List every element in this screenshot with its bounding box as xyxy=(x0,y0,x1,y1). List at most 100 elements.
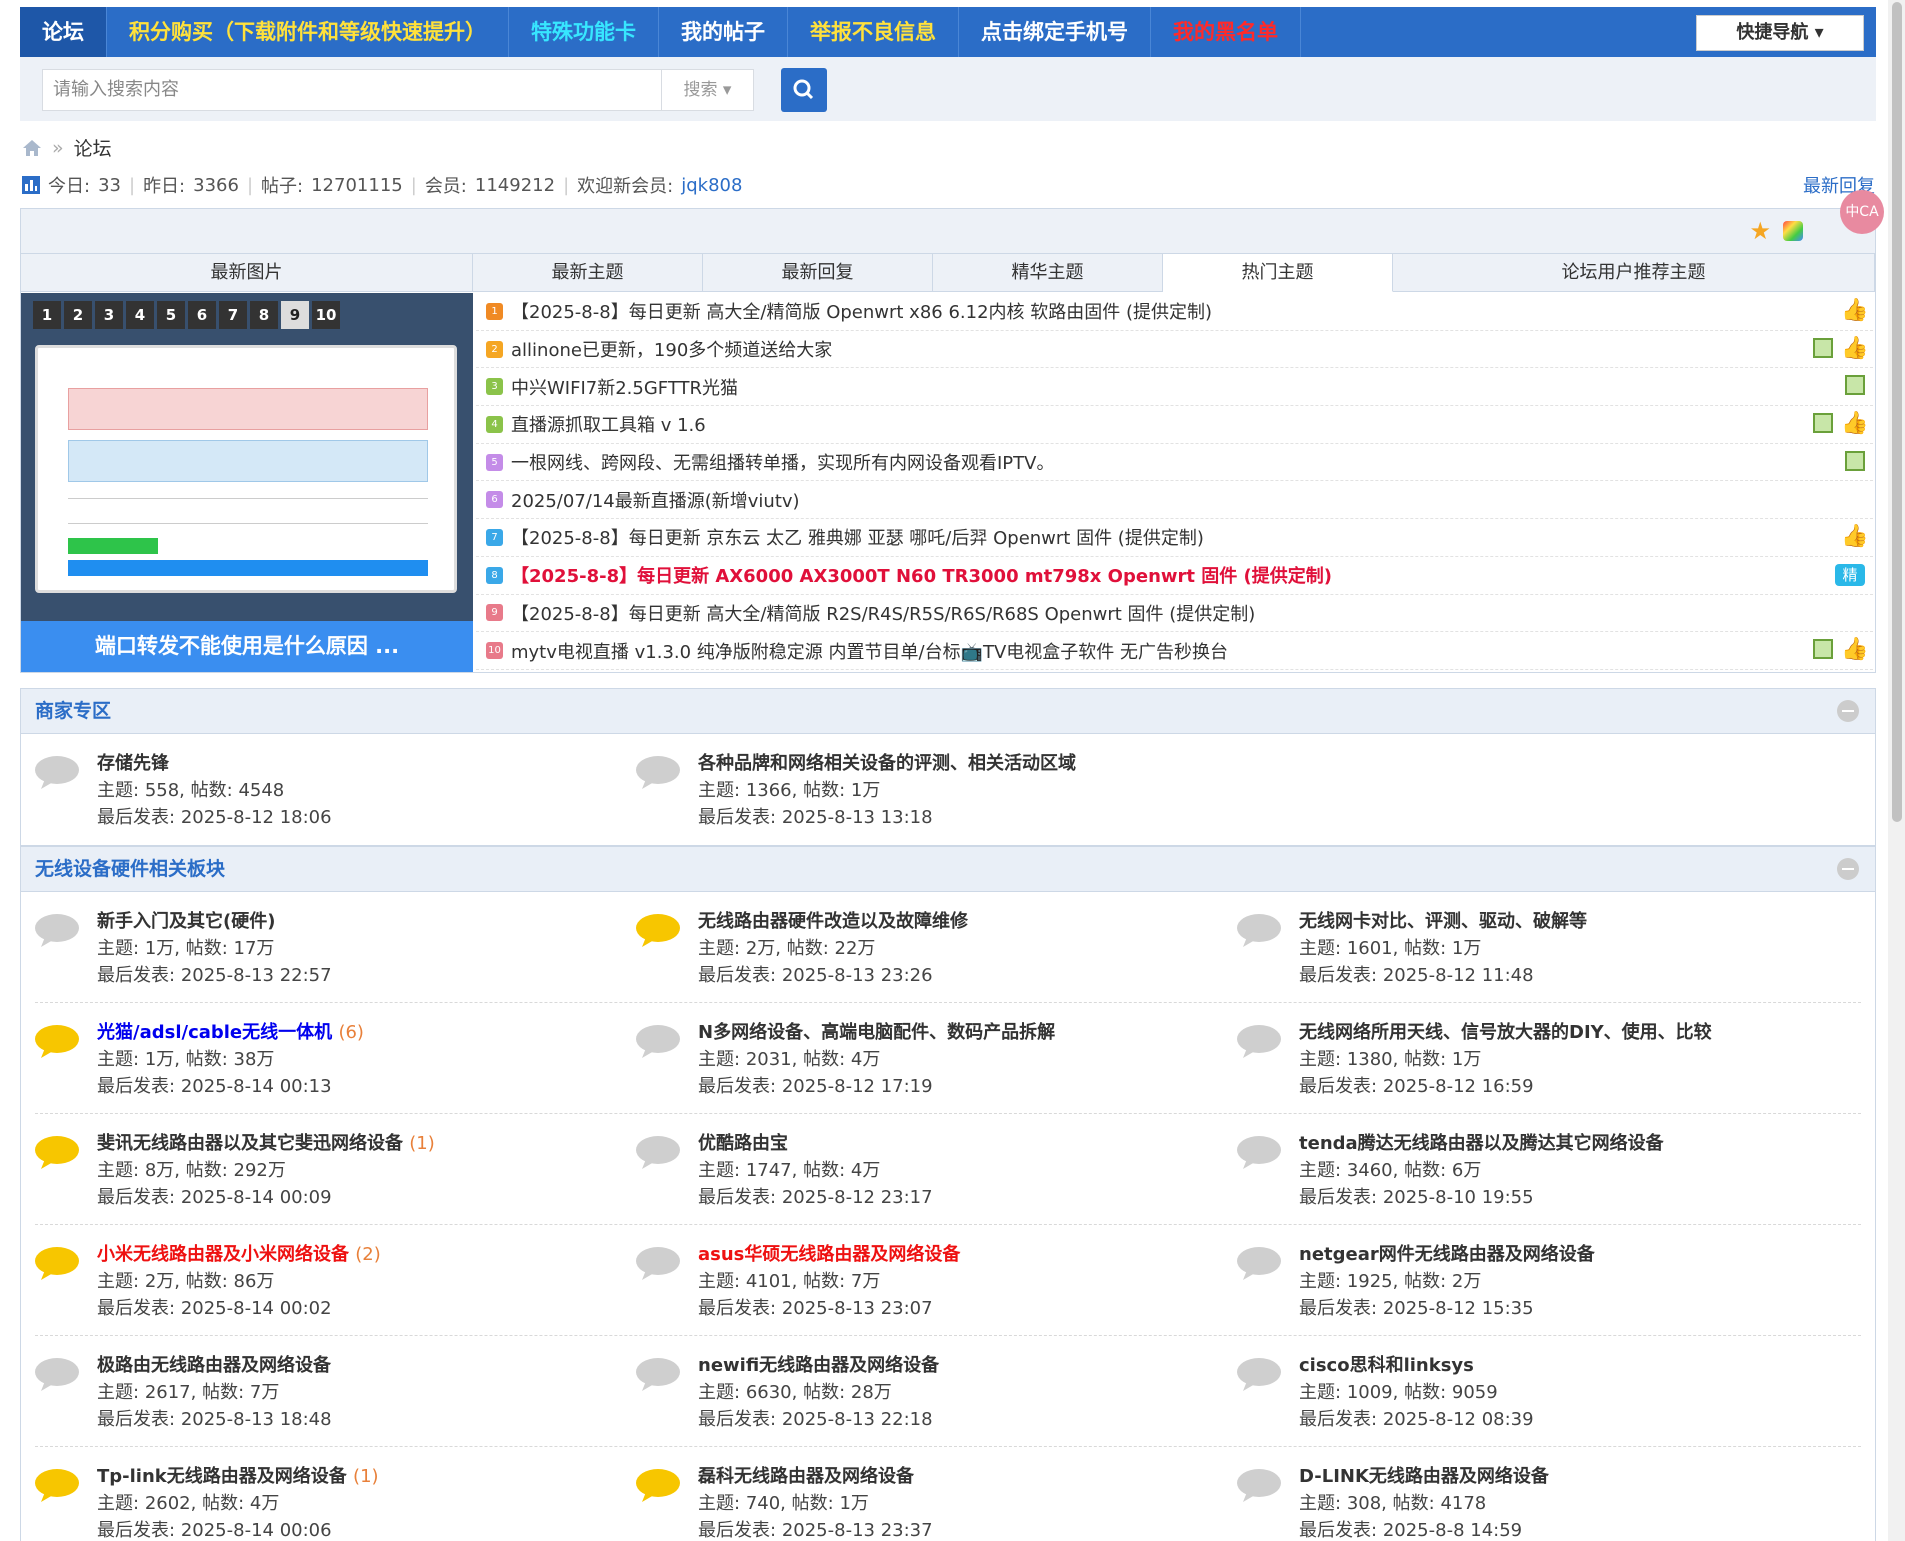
nav-item[interactable]: 举报不良信息 xyxy=(788,7,959,57)
new-posts-icon[interactable] xyxy=(35,1135,79,1169)
forum-name-link[interactable]: 极路由无线路由器及网络设备 xyxy=(97,1355,331,1376)
forum-name-link[interactable]: netgear网件无线路由器及网络设备 xyxy=(1299,1244,1595,1265)
last-post-time[interactable]: 2025-8-12 11:48 xyxy=(1383,965,1534,986)
breadcrumb-current[interactable]: 论坛 xyxy=(74,134,112,161)
nav-item[interactable]: 特殊功能卡 xyxy=(509,7,659,57)
tab[interactable]: 热门主题 xyxy=(1163,254,1393,292)
new-posts-icon[interactable] xyxy=(636,913,680,947)
no-new-posts-icon[interactable] xyxy=(636,1135,680,1169)
thread-link[interactable]: 一根网线、跨网段、无需组播转单播，实现所有内网设备观看IPTV。 xyxy=(511,449,1054,475)
no-new-posts-icon[interactable] xyxy=(35,755,79,789)
forum-name-link[interactable]: D-LINK无线路由器及网络设备 xyxy=(1299,1466,1549,1487)
forum-name-link[interactable]: Tp-link无线路由器及网络设备 xyxy=(97,1466,347,1487)
thread-link[interactable]: allinone已更新，190多个频道送给大家 xyxy=(511,336,832,362)
last-post-time[interactable]: 2025-8-13 23:26 xyxy=(782,965,933,986)
slide-page-button[interactable]: 6 xyxy=(188,301,216,329)
last-post-time[interactable]: 2025-8-10 19:55 xyxy=(1383,1187,1534,1208)
last-post-time[interactable]: 2025-8-12 15:35 xyxy=(1383,1298,1534,1319)
slide-page-button[interactable]: 4 xyxy=(126,301,154,329)
thread-link[interactable]: 直播源抓取工具箱 v 1.6 xyxy=(511,411,706,437)
no-new-posts-icon[interactable] xyxy=(35,1357,79,1391)
no-new-posts-icon[interactable] xyxy=(35,913,79,947)
last-post-time[interactable]: 2025-8-14 00:06 xyxy=(181,1520,332,1541)
slide-image[interactable]: 1 2 3 4 5 6 7 8 9 10 xyxy=(21,293,473,621)
new-posts-icon[interactable] xyxy=(35,1024,79,1058)
forum-name-link[interactable]: tenda腾达无线路由器以及腾达其它网络设备 xyxy=(1299,1133,1664,1154)
nav-home[interactable]: 论坛 xyxy=(20,7,107,57)
last-post-time[interactable]: 2025-8-12 16:59 xyxy=(1383,1076,1534,1097)
last-post-time[interactable]: 2025-8-12 08:39 xyxy=(1383,1409,1534,1430)
search-type-select[interactable]: 搜索 ▾ xyxy=(661,69,754,111)
thread-link[interactable]: 【2025-8-8】每日更新 AX6000 AX3000T N60 TR3000… xyxy=(511,562,1332,588)
forum-name-link[interactable]: cisco思科和linksys xyxy=(1299,1355,1474,1376)
thread-link[interactable]: 【2025-8-8】每日更新 京东云 太乙 雅典娜 亚瑟 哪吒/后羿 Openw… xyxy=(511,524,1204,550)
no-new-posts-icon[interactable] xyxy=(1237,1024,1281,1058)
search-button[interactable] xyxy=(781,68,827,112)
thread-link[interactable]: mytv电视直播 v1.3.0 纯净版附稳定源 内置节目单/台标📺TV电视盒子软… xyxy=(511,638,1228,664)
section-header[interactable]: 商家专区 xyxy=(21,689,1875,734)
tab[interactable]: 最新图片 xyxy=(21,254,473,292)
new-posts-icon[interactable] xyxy=(35,1246,79,1280)
last-post-time[interactable]: 2025-8-14 00:09 xyxy=(181,1187,332,1208)
slide-page-button[interactable]: 8 xyxy=(250,301,278,329)
tab[interactable]: 论坛用户推荐主题 xyxy=(1393,254,1875,292)
last-post-time[interactable]: 2025-8-12 23:17 xyxy=(782,1187,933,1208)
slide-page-button[interactable]: 1 xyxy=(33,301,61,329)
last-post-time[interactable]: 2025-8-8 14:59 xyxy=(1383,1520,1522,1541)
thread-link[interactable]: 中兴WIFI7新2.5GFTTR光猫 xyxy=(511,374,738,400)
section-title[interactable]: 商家专区 xyxy=(35,700,111,722)
last-post-time[interactable]: 2025-8-13 13:18 xyxy=(782,807,933,828)
no-new-posts-icon[interactable] xyxy=(636,1246,680,1280)
no-new-posts-icon[interactable] xyxy=(1237,1135,1281,1169)
forum-name-link[interactable]: 磊科无线路由器及网络设备 xyxy=(698,1466,914,1487)
last-post-time[interactable]: 2025-8-12 17:19 xyxy=(782,1076,933,1097)
forum-name-link[interactable]: newifi无线路由器及网络设备 xyxy=(698,1355,939,1376)
section-header[interactable]: 无线设备硬件相关板块 xyxy=(21,847,1875,892)
last-post-time[interactable]: 2025-8-13 22:18 xyxy=(782,1409,933,1430)
forum-name-link[interactable]: 优酷路由宝 xyxy=(698,1133,788,1154)
last-post-time[interactable]: 2025-8-12 18:06 xyxy=(181,807,332,828)
tab[interactable]: 精华主题 xyxy=(933,254,1163,292)
forum-name-link[interactable]: 存储先锋 xyxy=(97,753,169,774)
thread-link[interactable]: 【2025-8-8】每日更新 高大全/精简版 Openwrt x86 6.12内… xyxy=(511,298,1212,324)
forum-name-link[interactable]: 无线网卡对比、评测、驱动、破解等 xyxy=(1299,911,1587,932)
nav-item[interactable]: 点击绑定手机号 xyxy=(959,7,1151,57)
thread-link[interactable]: 2025/07/14最新直播源(新增viutv) xyxy=(511,487,800,513)
no-new-posts-icon[interactable] xyxy=(1237,1357,1281,1391)
forum-name-link[interactable]: 小米无线路由器及小米网络设备 xyxy=(97,1244,349,1265)
collapse-icon[interactable] xyxy=(1837,858,1859,880)
forum-name-link[interactable]: 斐讯无线路由器以及其它斐迅网络设备 xyxy=(97,1133,403,1154)
thread-link[interactable]: 【2025-8-8】每日更新 高大全/精简版 R2S/R4S/R5S/R6S/R… xyxy=(511,600,1255,626)
scrollbar-thumb[interactable] xyxy=(1892,2,1902,822)
no-new-posts-icon[interactable] xyxy=(1237,1246,1281,1280)
last-post-time[interactable]: 2025-8-14 00:02 xyxy=(181,1298,332,1319)
no-new-posts-icon[interactable] xyxy=(1237,913,1281,947)
no-new-posts-icon[interactable] xyxy=(636,755,680,789)
last-post-time[interactable]: 2025-8-13 22:57 xyxy=(181,965,332,986)
forum-name-link[interactable]: 无线路由器硬件改造以及故障维修 xyxy=(698,911,968,932)
no-new-posts-icon[interactable] xyxy=(636,1024,680,1058)
last-post-time[interactable]: 2025-8-13 18:48 xyxy=(181,1409,332,1430)
tab[interactable]: 最新主题 xyxy=(473,254,703,292)
no-new-posts-icon[interactable] xyxy=(636,1357,680,1391)
home-icon[interactable] xyxy=(22,139,42,157)
star-icon[interactable]: ★ xyxy=(1749,217,1771,245)
no-new-posts-icon[interactable] xyxy=(1237,1468,1281,1502)
last-post-time[interactable]: 2025-8-13 23:07 xyxy=(782,1298,933,1319)
slide-page-button[interactable]: 3 xyxy=(95,301,123,329)
new-posts-icon[interactable] xyxy=(636,1468,680,1502)
slide-caption[interactable]: 端口转发不能使用是什么原因 ... xyxy=(21,621,473,672)
nav-item[interactable]: 我的帖子 xyxy=(659,7,788,57)
forum-name-link[interactable]: N多网络设备、高端电脑配件、数码产品拆解 xyxy=(698,1022,1055,1043)
forum-name-link[interactable]: 各种品牌和网络相关设备的评测、相关活动区域 xyxy=(698,753,1076,774)
slide-page-button[interactable]: 10 xyxy=(312,301,340,329)
slide-page-button[interactable]: 7 xyxy=(219,301,247,329)
quick-nav-button[interactable]: 快捷导航 ▾ xyxy=(1696,15,1864,51)
newest-member-link[interactable]: jqk808 xyxy=(681,175,742,196)
last-post-time[interactable]: 2025-8-14 00:13 xyxy=(181,1076,332,1097)
forum-name-link[interactable]: 无线网络所用天线、信号放大器的DIY、使用、比较 xyxy=(1299,1022,1712,1043)
forum-name-link[interactable]: 新手入门及其它(硬件) xyxy=(97,911,275,932)
translate-badge[interactable]: 中CA xyxy=(1840,190,1884,234)
slide-page-button[interactable]: 9 xyxy=(281,301,309,329)
collapse-icon[interactable] xyxy=(1837,700,1859,722)
